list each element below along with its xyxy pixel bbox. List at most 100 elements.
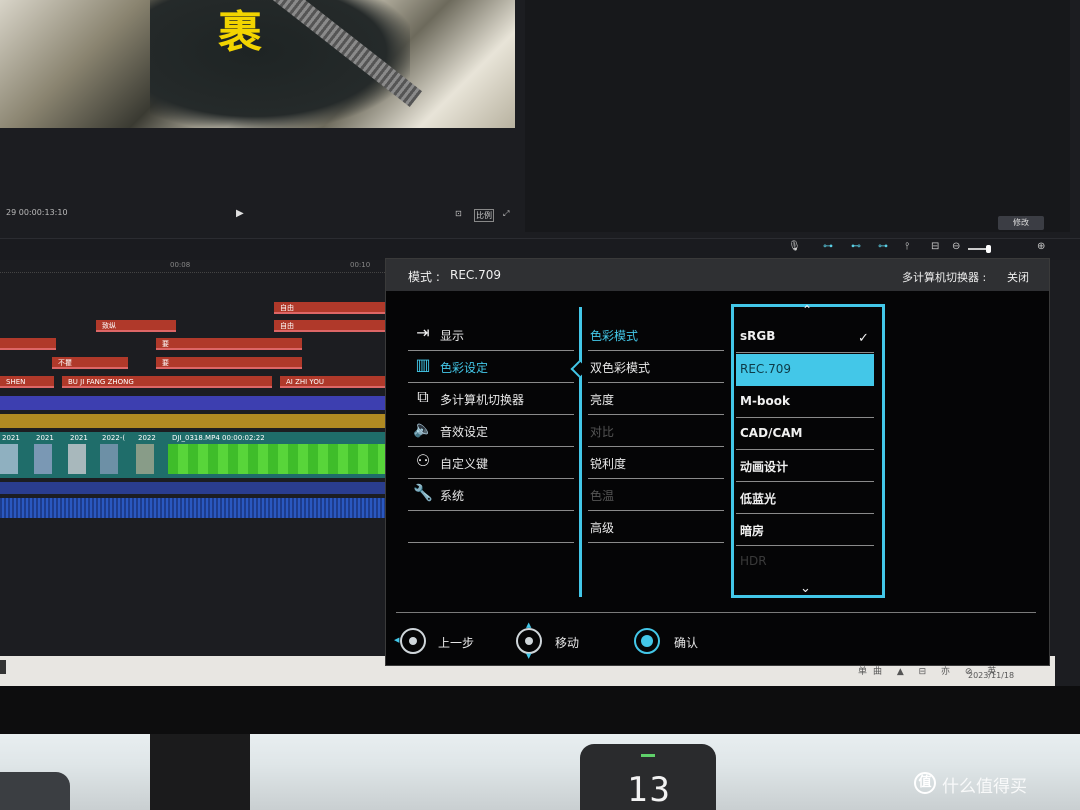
music-track[interactable]: [0, 414, 385, 428]
expand-icon[interactable]: ⤢: [503, 209, 509, 219]
secondary-preview-panel: [525, 0, 1070, 232]
menu-item-system[interactable]: 🔧 系统: [408, 479, 574, 511]
osd-kvm-value: 关闭: [1007, 271, 1029, 284]
joystick-back-icon[interactable]: [400, 628, 426, 654]
subtitle-clip[interactable]: [0, 338, 56, 350]
submenu-contrast: 对比: [588, 415, 724, 447]
option-darkroom[interactable]: 暗房: [736, 514, 874, 546]
column-divider: [579, 307, 582, 597]
option-label: M-book: [740, 394, 790, 408]
submenu-advanced[interactable]: 高级: [588, 511, 724, 543]
option-rec709[interactable]: REC.709: [736, 354, 874, 386]
check-icon: ✓: [858, 331, 869, 346]
subtitle-clip[interactable]: 自由: [274, 302, 385, 314]
option-cadcam[interactable]: CAD/CAM: [736, 418, 874, 450]
submenu-color-temp: 色温: [588, 479, 724, 511]
speaker-icon: 🔈: [413, 419, 433, 438]
monitor-osd-menu: 模式 : REC.709 多计算机切换器 : 关闭 ⇥ 显示 ▥ 色彩设定 ⧉ …: [385, 258, 1050, 666]
audio-track[interactable]: [0, 482, 385, 494]
submenu-dual-color-mode[interactable]: 双色彩模式: [588, 351, 724, 383]
menu-item-label: 音效设定: [440, 425, 489, 439]
menu-item-color-settings[interactable]: ▥ 色彩设定: [408, 351, 574, 383]
ruler-label: 00:08: [170, 261, 191, 269]
monitor-bezel: [0, 686, 1080, 734]
subtitle-clip[interactable]: SHEN: [0, 376, 54, 388]
wrench-icon: 🔧: [413, 483, 433, 502]
submenu-label: 对比: [590, 425, 615, 439]
magnet-icon[interactable]: ⊷: [851, 241, 861, 252]
option-label: sRGB: [740, 329, 776, 343]
footer-divider: [396, 612, 1036, 613]
joystick-move-icon[interactable]: [516, 628, 542, 654]
ratio-button[interactable]: 比例: [474, 209, 494, 222]
menu-item-label: 色彩设定: [440, 361, 489, 375]
subtitle-clip[interactable]: 要: [156, 357, 302, 369]
submenu-label: 锐利度: [590, 457, 627, 471]
arrow-up-icon: ▲: [526, 621, 532, 629]
option-label: 动画设计: [740, 460, 789, 474]
submenu-label: 色彩模式: [590, 329, 639, 343]
zoom-in-icon[interactable]: ⊕: [1037, 241, 1045, 252]
scroll-up-icon[interactable]: ⌃: [802, 303, 812, 317]
timeline-toolbar: [0, 238, 1080, 260]
clip-label: 2021: [2, 434, 20, 442]
menu-item-label: 系统: [440, 489, 465, 503]
move-label: 移动: [555, 636, 580, 650]
clip-thumbnail: [136, 444, 154, 474]
option-mbook[interactable]: M-book: [736, 386, 874, 418]
clip-thumbnail: [100, 444, 118, 474]
menu-item-label: 显示: [440, 329, 465, 343]
effect-track[interactable]: [0, 396, 385, 410]
green-screen-clip[interactable]: [168, 444, 385, 474]
clip-thumbnail: [68, 444, 86, 474]
subtitle-clip[interactable]: 要: [156, 338, 302, 350]
osd-kvm-label: 多计算机切换器 :: [902, 271, 987, 284]
subtitle-clip[interactable]: AI ZHI YOU: [280, 376, 385, 388]
option-animation[interactable]: 动画设计: [736, 450, 874, 482]
confirm-label: 确认: [674, 636, 699, 650]
subtitle-clip[interactable]: 自由: [274, 320, 385, 332]
link-icon[interactable]: ⊶: [823, 241, 833, 252]
zoom-out-icon[interactable]: ⊖: [952, 241, 960, 252]
play-icon[interactable]: ▶: [236, 208, 244, 219]
video-preview: 裹: [0, 0, 515, 128]
scroll-down-icon[interactable]: ⌄: [800, 581, 811, 596]
menu-item-custom-keys[interactable]: ⚇ 自定义键: [408, 447, 574, 479]
joystick-confirm-icon[interactable]: [634, 628, 660, 654]
back-label: 上一步: [438, 636, 475, 650]
submenu-label: 亮度: [590, 393, 615, 407]
audio-waveform[interactable]: [0, 498, 385, 518]
arrow-left-icon: ◀: [394, 636, 400, 644]
preview-subtitle-char: 裹: [218, 7, 262, 58]
option-low-blue-light[interactable]: 低蓝光: [736, 482, 874, 514]
clip-label: 2022: [138, 434, 156, 442]
menu-item-audio[interactable]: 🔈 音效设定: [408, 415, 574, 447]
subtitle-clip[interactable]: 致纵: [96, 320, 176, 332]
option-srgb[interactable]: sRGB: [736, 321, 874, 353]
clip-thumbnail: [34, 444, 52, 474]
menu-item-kvm[interactable]: ⧉ 多计算机切换器: [408, 383, 574, 415]
menu-item-display[interactable]: ⇥ 显示: [408, 319, 574, 351]
zoom-slider-thumb[interactable]: [986, 245, 991, 253]
subtitle-clip[interactable]: BU JI FANG ZHONG: [62, 376, 272, 388]
split-icon[interactable]: ⫯: [905, 241, 909, 252]
submenu-label: 色温: [590, 489, 615, 503]
monitor-stand: [150, 734, 250, 810]
clip-duration: 00:00:02:22: [222, 434, 265, 442]
submenu-brightness[interactable]: 亮度: [588, 383, 724, 415]
menu-item-label: 自定义键: [440, 457, 489, 471]
subtitle-clip[interactable]: 不瞿: [52, 357, 128, 369]
preview-axis-icon[interactable]: ⊟: [931, 241, 939, 252]
microphone-icon[interactable]: 🎙: [788, 241, 801, 252]
submenu-color-mode[interactable]: 色彩模式: [588, 319, 724, 351]
modify-button[interactable]: 修改: [998, 216, 1044, 230]
clip-label: 2022-(: [102, 434, 126, 442]
menu-item-label: 多计算机切换器: [440, 393, 525, 407]
timeline-ruler: [0, 259, 385, 273]
snap-icon[interactable]: ⊶: [878, 241, 888, 252]
chart-icon: ▥: [415, 355, 431, 374]
kvm-icon: ⧉: [417, 387, 429, 406]
fullscreen-icon[interactable]: ⊡: [455, 209, 462, 218]
submenu-sharpness[interactable]: 锐利度: [588, 447, 724, 479]
taskbar-app-icon[interactable]: [0, 660, 6, 674]
